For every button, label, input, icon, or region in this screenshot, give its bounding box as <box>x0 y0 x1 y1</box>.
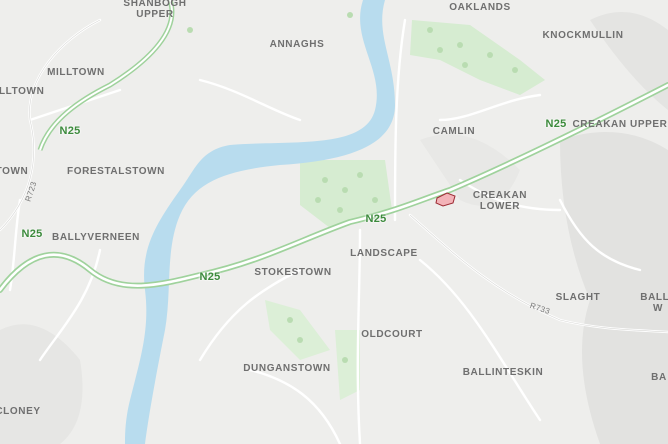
label-bally-edge: BALLY W <box>640 292 668 314</box>
road-label-n25: N25 <box>365 213 387 225</box>
label-creakan-lower: CREAKAN LOWER <box>472 190 528 212</box>
road-label-n25: N25 <box>199 271 221 283</box>
label-landscape: LANDSCAPE <box>350 248 418 259</box>
label-illtown: ILLTOWN <box>0 86 45 97</box>
road-label-n25: N25 <box>21 228 43 240</box>
label-ballinteskin: BALLINTESKIN <box>462 367 544 378</box>
label-slaght: SLAGHT <box>555 292 601 303</box>
label-dunganstown: DUNGANSTOWN <box>243 363 331 374</box>
label-milltown: MILLTOWN <box>47 67 105 78</box>
label-ballyverneen: BALLYVERNEEN <box>52 232 140 243</box>
label-stokestown: STOKESTOWN <box>254 267 332 278</box>
label-ba-edge: BA <box>651 372 667 383</box>
label-oldcourt: OLDCOURT <box>361 329 423 340</box>
label-creakan-upper: CREAKAN UPPER <box>572 119 668 130</box>
label-knockmullin: KNOCKMULLIN <box>542 30 624 41</box>
label-forestalstown: FORESTALSTOWN <box>67 166 165 177</box>
label-oaklands: OAKLANDS <box>449 2 511 13</box>
label-town: TOWN <box>0 166 29 177</box>
road-label-n25: N25 <box>59 125 81 137</box>
label-annaghs: ANNAGHS <box>269 39 325 50</box>
label-camlin: CAMLIN <box>432 126 476 137</box>
label-shanbogh-upper: SHANBOGH UPPER <box>123 0 187 20</box>
label-cloney: CLONEY <box>0 406 41 417</box>
road-label-n25: N25 <box>545 118 567 130</box>
map-canvas[interactable]: SHANBOGH UPPER ANNAGHS OAKLANDS KNOCKMUL… <box>0 0 668 444</box>
